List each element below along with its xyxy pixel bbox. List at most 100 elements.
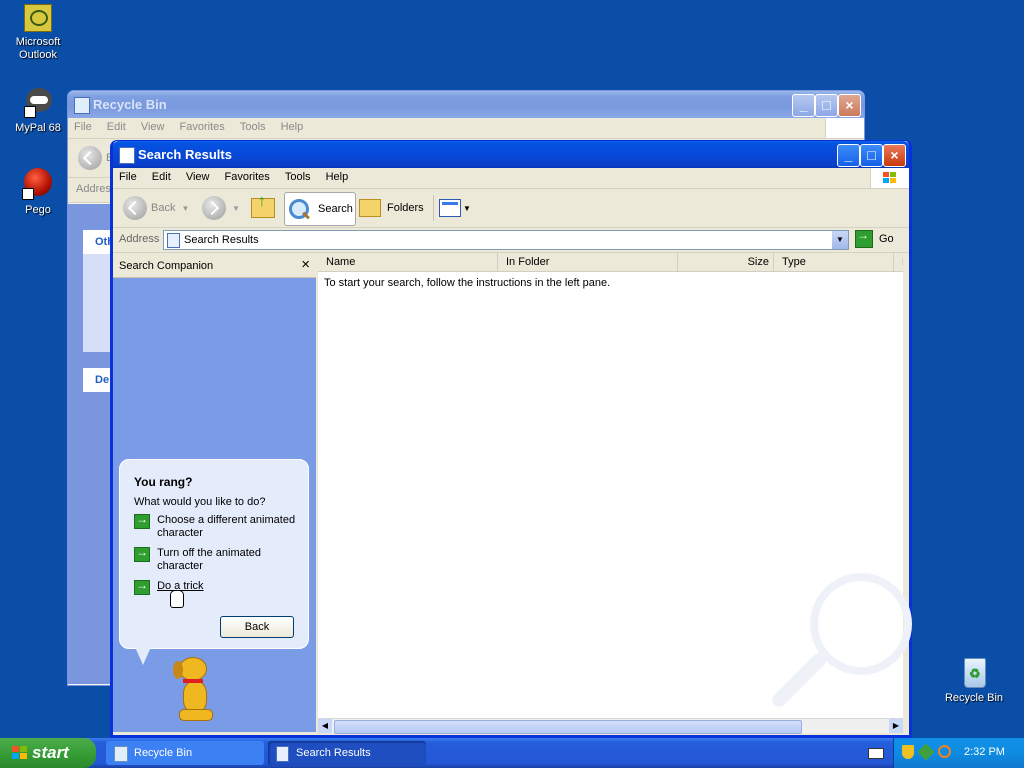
go-button[interactable]: Go (855, 228, 894, 248)
green-arrow-icon (134, 578, 150, 595)
search-button[interactable]: Search (284, 192, 356, 226)
balloon-prompt: What would you like to do? (134, 496, 266, 508)
address-input[interactable]: Search Results ▼ (163, 230, 849, 250)
menu-favorites[interactable]: Favorites (219, 168, 276, 183)
toolbar-separator (433, 195, 434, 221)
window-title: Recycle Bin (93, 97, 167, 112)
go-arrow-icon (855, 228, 873, 248)
hand-cursor-icon (170, 590, 184, 608)
maximize-button[interactable]: □ (815, 94, 838, 117)
minimize-button[interactable]: _ (792, 94, 815, 117)
back-arrow-icon (78, 146, 102, 170)
recycle-bin-icon (114, 746, 128, 762)
windows-logo-icon (825, 118, 864, 138)
address-dropdown-button[interactable]: ▼ (832, 231, 848, 249)
menu-favorites[interactable]: Favorites (174, 118, 231, 133)
dog-character-icon[interactable] (169, 655, 221, 725)
menu-tools[interactable]: Tools (234, 118, 272, 133)
empty-message: To start your search, follow the instruc… (324, 277, 611, 289)
pego-icon (22, 168, 54, 200)
title-bar[interactable]: Search Results _ □ × (113, 141, 909, 168)
address-label: Address (119, 233, 160, 245)
results-list[interactable]: Name In Folder Size Type D To start your… (318, 253, 912, 734)
task-search-results[interactable]: Search Results (268, 741, 426, 765)
scroll-left-button[interactable]: ◀ (318, 719, 332, 733)
close-button[interactable]: × (838, 94, 861, 117)
forward-button[interactable]: ▼ (202, 193, 240, 223)
maximize-button[interactable]: □ (860, 144, 883, 167)
desktop-icon-pego[interactable]: Pego (0, 168, 76, 217)
close-icon[interactable]: × (301, 256, 310, 273)
network-icon[interactable] (917, 743, 935, 761)
search-results-icon (276, 746, 289, 762)
desktop-icon-mypal[interactable]: MyPal 68 (0, 86, 76, 135)
chevron-down-icon[interactable]: ▼ (232, 204, 240, 213)
search-results-icon (167, 233, 180, 248)
back-button[interactable]: B (78, 143, 113, 173)
menu-bar: File Edit View Favorites Tools Help (68, 118, 864, 139)
column-header-row: Name In Folder Size Type D (318, 253, 903, 272)
menu-view[interactable]: View (135, 118, 171, 133)
column-size[interactable]: Size (678, 253, 774, 271)
menu-tools[interactable]: Tools (279, 168, 317, 183)
scroll-right-button[interactable]: ▶ (889, 719, 903, 733)
task-recycle-bin[interactable]: Recycle Bin (106, 741, 264, 765)
taskbar: start Recycle Bin Search Results 2:32 PM (0, 738, 1024, 768)
address-label: Addres (76, 183, 111, 195)
column-name[interactable]: Name (318, 253, 498, 271)
menu-edit[interactable]: Edit (101, 118, 132, 133)
views-button[interactable]: ▼ (439, 193, 471, 223)
scroll-thumb[interactable] (334, 720, 802, 734)
search-icon (289, 199, 310, 220)
minimize-button[interactable]: _ (837, 144, 860, 167)
column-type[interactable]: Type (774, 253, 894, 271)
menu-help[interactable]: Help (320, 168, 355, 183)
folder-icon (359, 199, 381, 217)
back-button[interactable]: Back ▼ (123, 193, 189, 223)
desktop-icon-recycle-bin[interactable]: ♻ Recycle Bin (936, 656, 1012, 705)
option-turn-off-character[interactable]: Turn off the animated character (134, 545, 300, 573)
magnifier-watermark-handle (769, 650, 829, 710)
folders-button[interactable]: Folders (359, 193, 424, 223)
green-arrow-icon (134, 545, 150, 562)
assistant-balloon: You rang? What would you like to do? Cho… (119, 459, 309, 649)
search-icon[interactable] (938, 745, 951, 758)
column-in-folder[interactable]: In Folder (498, 253, 678, 271)
security-shield-icon[interactable] (902, 745, 914, 759)
search-results-icon (119, 147, 135, 164)
companion-title: Search Companion (119, 260, 214, 272)
menu-bar: File Edit View Favorites Tools Help (113, 168, 909, 189)
back-arrow-icon (123, 196, 147, 220)
views-icon (439, 199, 461, 217)
green-arrow-icon (134, 512, 150, 529)
column-date[interactable]: D (894, 253, 903, 271)
window-title: Search Results (138, 147, 232, 162)
balloon-heading: You rang? (134, 475, 193, 489)
chevron-down-icon[interactable]: ▼ (181, 204, 189, 213)
keyboard-icon[interactable] (868, 748, 884, 759)
search-results-window[interactable]: Search Results _ □ × File Edit View Favo… (110, 140, 912, 738)
system-tray: 2:32 PM (893, 738, 1024, 768)
balloon-back-button[interactable]: Back (220, 616, 294, 638)
close-button[interactable]: × (883, 144, 906, 167)
start-button[interactable]: start (0, 738, 96, 768)
clock[interactable]: 2:32 PM (964, 746, 1005, 758)
windows-logo-icon (12, 746, 28, 760)
desktop-icon-outlook[interactable]: Microsoft Outlook (0, 4, 76, 62)
horizontal-scrollbar[interactable]: ◀ ▶ (318, 718, 903, 734)
title-bar[interactable]: Recycle Bin _ □ × (68, 91, 864, 118)
forward-arrow-icon (202, 196, 226, 220)
up-folder-button[interactable]: ↑ (251, 193, 275, 223)
menu-file[interactable]: File (113, 168, 143, 183)
menu-view[interactable]: View (180, 168, 216, 183)
raccoon-icon (22, 86, 54, 118)
option-change-character[interactable]: Choose a different animated character (134, 512, 300, 540)
menu-help[interactable]: Help (275, 118, 310, 133)
menu-file[interactable]: File (68, 118, 98, 133)
chevron-down-icon: ▼ (463, 203, 471, 213)
menu-edit[interactable]: Edit (146, 168, 177, 183)
companion-header: Search Companion × (113, 253, 316, 278)
option-do-a-trick[interactable]: Do a trick (134, 578, 300, 595)
recycle-bin-icon: ♻ (958, 656, 990, 688)
up-folder-icon: ↑ (251, 193, 275, 218)
